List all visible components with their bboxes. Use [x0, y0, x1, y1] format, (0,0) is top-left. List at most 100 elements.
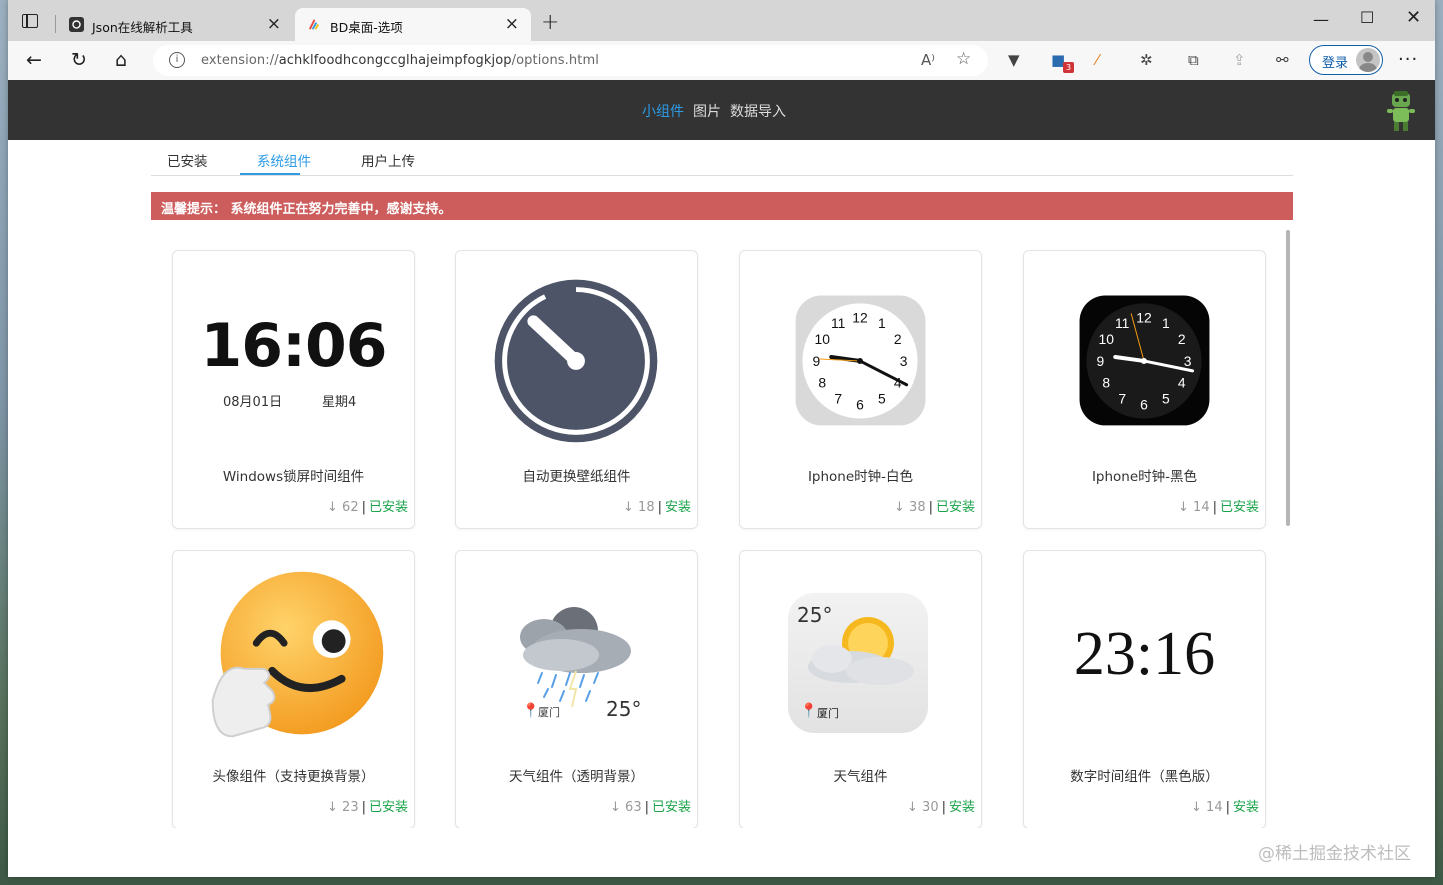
watermark: @稀土掘金技术社区 — [1258, 844, 1411, 864]
preview-time: 16:06 — [200, 311, 388, 381]
download-count: 62 — [342, 500, 359, 515]
widget-name: Iphone时钟-黑色 — [1091, 469, 1198, 485]
widget-card[interactable]: 头像组件（支持更换背景） ↓ 23 | 已安装 — [172, 550, 415, 829]
more-menu-icon[interactable]: ··· — [1398, 49, 1418, 70]
download-count: 23 — [342, 800, 359, 815]
nav-data-import[interactable]: 数据导入 — [730, 104, 786, 120]
widget-preview: 📍 厦门 25° — [456, 551, 697, 761]
address-bar[interactable]: i extension://achklfoodhcongccglhajeimpf… — [153, 45, 988, 76]
nav-widgets[interactable]: 小组件 — [642, 104, 684, 120]
clock-number: 3 — [1184, 353, 1192, 369]
maximize-icon[interactable]: ☐ — [1360, 8, 1374, 27]
widget-card[interactable]: 23:16 数字时间组件（黑色版） ↓ 14 | 安装 — [1023, 550, 1266, 829]
mascot-avatar-icon[interactable] — [1384, 90, 1418, 134]
new-tab-icon[interactable]: + — [541, 10, 559, 35]
widget-card[interactable]: 📍 厦门 25° 天气组件（透明背景） ↓ 63 | 已安装 — [455, 550, 698, 829]
extensions-icon[interactable]: ✲ — [1140, 51, 1153, 69]
clock-number: 7 — [834, 391, 842, 407]
share-icon[interactable]: ⇪ — [1233, 51, 1246, 69]
install-status[interactable]: 已安装 — [369, 800, 408, 815]
rain-cloud-icon — [520, 607, 631, 708]
widget-preview: 16:06 08月01日 星期4 — [173, 251, 414, 461]
close-tab-icon[interactable]: × — [267, 14, 281, 34]
tab-separator — [55, 15, 56, 33]
widget-card[interactable]: 12 1 2 3 4 5 6 7 8 9 10 11 Iphone时钟-白色 ↓ 38 | 已安装 — [739, 250, 982, 529]
install-status[interactable]: 已安装 — [652, 800, 691, 815]
widget-name: 天气组件 — [833, 769, 888, 785]
tab-json-tool[interactable]: Json在线解析工具 × — [57, 8, 293, 41]
tab-user-uploads[interactable]: 用户上传 — [361, 150, 415, 170]
tab-bd-options[interactable]: BD桌面-选项 × — [295, 8, 531, 41]
preview-weekday: 星期4 — [322, 395, 357, 410]
install-status[interactable]: 已安装 — [369, 500, 408, 515]
tab-title: BD桌面-选项 — [330, 20, 403, 35]
weather-city: 厦门 — [817, 707, 839, 720]
download-icon: ↓ — [327, 500, 343, 515]
bd-logo-icon — [308, 19, 320, 30]
widget-meta: ↓ 62 | 已安装 — [327, 500, 408, 515]
page-bottom — [8, 828, 1435, 877]
bd-extension-icon[interactable]: ⁄ — [1096, 51, 1099, 69]
back-icon[interactable]: ← — [26, 49, 42, 71]
download-count: 38 — [909, 500, 926, 515]
notice-banner: 温馨提示： 系统组件正在努力完善中，感谢支持。 — [151, 192, 1293, 220]
sync-icon[interactable]: ⚯ — [1276, 51, 1289, 69]
widget-card[interactable]: 16:06 08月01日 星期4 Windows锁屏时间组件 ↓ 62 | 已安装 — [172, 250, 415, 529]
widget-name: Iphone时钟-白色 — [807, 469, 914, 485]
widget-card[interactable]: 25° 📍 厦门 天气组件 ↓ 30 | 安装 — [739, 550, 982, 829]
nav-images[interactable]: 图片 — [693, 104, 721, 120]
location-pin-icon: 📍 — [800, 703, 818, 719]
home-icon[interactable]: ⌂ — [115, 49, 127, 71]
read-aloud-icon[interactable]: A⁾ — [921, 51, 935, 69]
close-window-icon[interactable]: ✕ — [1406, 7, 1421, 28]
github-icon — [69, 17, 84, 32]
download-icon: ↓ — [327, 800, 343, 815]
browser-toolbar: ← ↻ ⌂ i extension://achklfoodhcongccglha… — [8, 41, 1435, 80]
clock-number: 8 — [818, 375, 826, 391]
clock-number: 11 — [831, 315, 846, 331]
widget-meta: ↓ 14 | 已安装 — [1178, 500, 1259, 515]
collections-icon[interactable]: ⧉ — [1188, 51, 1199, 69]
download-count: 14 — [1193, 500, 1210, 515]
clock-number: 9 — [813, 353, 821, 369]
widget-name: 自动更换壁纸组件 — [522, 469, 631, 485]
download-count: 18 — [638, 500, 655, 515]
widget-meta: ↓ 38 | 已安装 — [894, 500, 975, 515]
black-clock-icon: 12 12 3 45678 9 1011 — [1079, 295, 1210, 426]
clock-number: 9 — [1097, 353, 1105, 369]
browser-window: Json在线解析工具 × BD桌面-选项 × + — ☐ ✕ ← ↻ ⌂ i e… — [8, 0, 1435, 877]
extension-badge: 3 — [1063, 62, 1074, 73]
install-status[interactable]: 已安装 — [1220, 500, 1259, 515]
widget-card[interactable]: 12 1 2 3 4 5 6 7 8 9 10 11 Iphone时钟-黑色 ↓ 14 | 已安装 — [1023, 250, 1266, 529]
page-header: 小组件 图片 数据导入 — [8, 80, 1435, 140]
weather-temp: 25° — [797, 603, 833, 627]
install-status[interactable]: 安装 — [949, 800, 975, 815]
tab-title: Json在线解析工具 — [92, 20, 193, 35]
url-text[interactable]: extension://achklfoodhcongccglhajeimpfog… — [201, 53, 599, 68]
widget-name: 数字时间组件（黑色版） — [1070, 769, 1219, 785]
login-button[interactable]: 登录 — [1309, 45, 1383, 75]
close-tab-icon[interactable]: × — [505, 14, 519, 34]
info-icon[interactable]: i — [169, 52, 185, 68]
tab-installed[interactable]: 已安装 — [167, 150, 208, 170]
tab-actions-icon[interactable] — [22, 14, 38, 28]
refresh-icon[interactable]: ↻ — [71, 49, 87, 71]
scrollbar[interactable] — [1286, 230, 1290, 526]
wink-emoji-icon — [211, 571, 384, 738]
clock-number: 1 — [878, 315, 886, 331]
tab-system-widgets[interactable]: 系统组件 — [257, 150, 311, 170]
clock-number: 5 — [1162, 391, 1170, 407]
extension-v-icon[interactable]: ▼ — [1008, 51, 1020, 69]
minimize-icon[interactable]: — — [1313, 10, 1329, 29]
widget-card[interactable]: 自动更换壁纸组件 ↓ 18 | 安装 — [455, 250, 698, 529]
widget-meta: ↓ 14 | 安装 — [1191, 800, 1259, 815]
favorite-icon[interactable]: ☆ — [956, 49, 971, 69]
widget-meta: ↓ 30 | 安装 — [907, 800, 975, 815]
preview-date: 08月01日 — [223, 395, 283, 410]
install-status[interactable]: 安装 — [1233, 800, 1259, 815]
weather-temp: 25° — [606, 697, 642, 721]
install-status[interactable]: 安装 — [665, 500, 691, 515]
location-pin-icon: 📍 — [522, 703, 540, 719]
install-status[interactable]: 已安装 — [936, 500, 975, 515]
white-clock-icon: 12 1234567891011 — [795, 295, 926, 426]
